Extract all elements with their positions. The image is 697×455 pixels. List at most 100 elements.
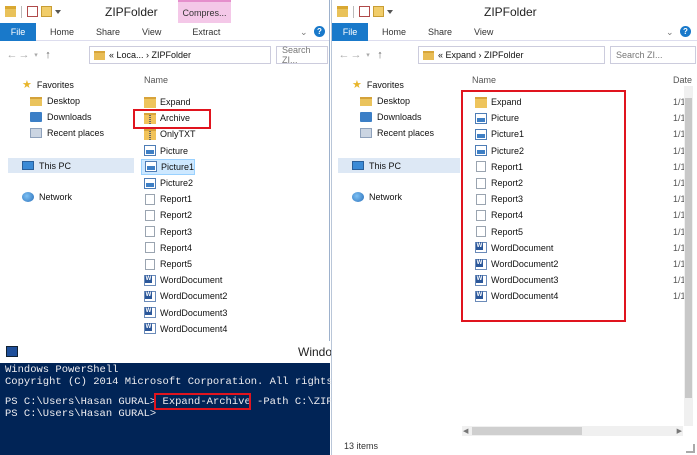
vertical-scrollbar[interactable] <box>684 86 693 426</box>
highlight-box-extracted <box>461 90 626 322</box>
new-folder-icon[interactable] <box>373 6 384 17</box>
file-name: Report1 <box>160 194 193 205</box>
file-name: WordDocument3 <box>160 307 228 318</box>
up-arrow-icon[interactable]: ↑ <box>42 49 54 61</box>
forward-arrow-icon[interactable]: → <box>18 49 30 61</box>
word-file-icon <box>144 307 156 319</box>
horizontal-scrollbar[interactable]: ◀ ▶ <box>462 426 683 436</box>
properties-icon[interactable] <box>27 6 38 17</box>
tab-share[interactable]: Share <box>85 27 131 37</box>
nav-label: Recent places <box>377 128 435 138</box>
nav-network[interactable]: Network <box>22 192 72 202</box>
file-row[interactable]: WordDocument2 <box>141 288 227 304</box>
recent-locations-icon[interactable]: ▾ <box>30 51 42 59</box>
file-row[interactable]: Picture2 <box>141 175 193 191</box>
nav-favorites[interactable]: ★ Favorites <box>352 80 404 91</box>
tab-view[interactable]: View <box>131 27 172 37</box>
tab-file[interactable]: File <box>332 22 368 41</box>
tab-share[interactable]: Share <box>417 27 463 37</box>
chevron-down-icon[interactable] <box>55 9 61 14</box>
downloads-icon <box>360 112 372 122</box>
scrollbar-thumb[interactable] <box>472 427 582 435</box>
file-row[interactable]: Report3 <box>141 224 192 240</box>
powershell-title-bar: Windo <box>0 341 333 363</box>
nav-desktop[interactable]: Desktop <box>30 96 80 106</box>
file-row[interactable]: Expand <box>141 94 191 110</box>
tab-home[interactable]: Home <box>368 27 417 37</box>
tab-extract[interactable]: Extract <box>172 27 231 37</box>
star-icon: ★ <box>22 79 32 91</box>
scrollbar-thumb[interactable] <box>685 98 692 398</box>
new-folder-icon[interactable] <box>41 6 52 17</box>
expand-ribbon-icon[interactable]: ⌄ <box>300 27 308 38</box>
search-input[interactable]: Search ZI... <box>610 46 696 64</box>
column-header-date[interactable]: Date <box>673 75 692 85</box>
console-line: PS C:\Users\Hasan GURAL> <box>5 408 157 420</box>
help-icon[interactable]: ? <box>680 26 691 37</box>
resize-grip-icon[interactable] <box>686 444 695 453</box>
context-tab-compressed[interactable]: Compres... <box>178 0 231 23</box>
address-row: ← → ▾ ↑ « Expand › ZIPFolder Search ZI..… <box>332 42 697 68</box>
desktop-icon <box>360 96 372 106</box>
console-line: Windows PowerShell <box>5 364 119 376</box>
nav-network[interactable]: Network <box>352 192 402 202</box>
title-bar: ZIPFolder <box>332 0 697 23</box>
right-explorer-window: ZIPFolder File Home Share View ⌄ ? ← → ▾… <box>331 0 697 455</box>
file-row[interactable]: Report4 <box>141 240 192 256</box>
search-placeholder: Search ZI... <box>282 45 311 65</box>
scroll-right-icon[interactable]: ▶ <box>677 427 682 435</box>
file-list: Expand Archive OnlyTXT Picture Picture1 Pictu… <box>141 94 311 340</box>
window-title: ZIPFolder <box>484 5 537 19</box>
nav-this-pc[interactable]: This PC <box>8 158 134 173</box>
nav-label: Favorites <box>36 80 74 90</box>
powershell-window[interactable]: Windo Windows PowerShell Copyright (C) 2… <box>0 341 333 455</box>
properties-icon[interactable] <box>359 6 370 17</box>
file-row[interactable]: Picture1 <box>141 158 196 175</box>
column-header-name[interactable]: Name <box>144 75 168 85</box>
tab-file[interactable]: File <box>0 22 36 41</box>
file-row[interactable]: Report5 <box>141 256 192 272</box>
expand-ribbon-icon[interactable]: ⌄ <box>666 27 674 38</box>
highlight-box-archive <box>133 109 211 129</box>
folder-file-icon <box>144 96 156 108</box>
nav-downloads[interactable]: Downloads <box>360 112 422 122</box>
nav-downloads[interactable]: Downloads <box>30 112 92 122</box>
recent-locations-icon[interactable]: ▾ <box>362 51 374 59</box>
file-row[interactable]: WordDocument <box>141 272 222 288</box>
word-file-icon <box>144 274 156 286</box>
file-name: Picture <box>160 145 189 156</box>
back-arrow-icon[interactable]: ← <box>338 49 350 61</box>
address-path: « Expand › ZIPFolder <box>438 50 524 60</box>
text-file-icon <box>145 193 155 205</box>
nav-favorites[interactable]: ★ Favorites <box>22 79 74 91</box>
tab-home[interactable]: Home <box>36 27 85 37</box>
address-bar[interactable]: « Expand › ZIPFolder <box>418 46 605 64</box>
forward-arrow-icon[interactable]: → <box>350 49 362 61</box>
back-arrow-icon[interactable]: ← <box>6 49 18 61</box>
window-title: ZIPFolder <box>105 5 158 19</box>
file-row[interactable]: Report2 <box>141 207 192 223</box>
file-row[interactable]: Picture <box>141 143 188 159</box>
file-name: Report2 <box>160 210 193 221</box>
file-row[interactable]: Report1 <box>141 191 192 207</box>
chevron-down-icon[interactable] <box>387 9 393 14</box>
file-row[interactable]: WordDocument4 <box>141 321 227 337</box>
scroll-left-icon[interactable]: ◀ <box>463 427 468 435</box>
nav-recent-places[interactable]: Recent places <box>30 128 104 138</box>
network-icon <box>352 192 364 202</box>
nav-label: Recent places <box>47 128 105 138</box>
recent-places-icon <box>30 128 42 138</box>
column-header-name[interactable]: Name <box>472 75 496 85</box>
help-icon[interactable]: ? <box>314 26 325 37</box>
nav-this-pc[interactable]: This PC <box>338 158 460 173</box>
search-input[interactable]: Search ZI... <box>276 45 328 65</box>
address-bar[interactable]: « Loca... › ZIPFolder <box>89 46 271 64</box>
powershell-title: Windo <box>298 345 333 359</box>
file-row[interactable]: WordDocument3 <box>141 305 227 321</box>
up-arrow-icon[interactable]: ↑ <box>374 49 386 61</box>
nav-recent-places[interactable]: Recent places <box>360 128 434 138</box>
tab-view[interactable]: View <box>463 27 504 37</box>
nav-desktop[interactable]: Desktop <box>360 96 410 106</box>
quick-access-toolbar <box>0 5 61 18</box>
computer-icon <box>352 161 364 170</box>
